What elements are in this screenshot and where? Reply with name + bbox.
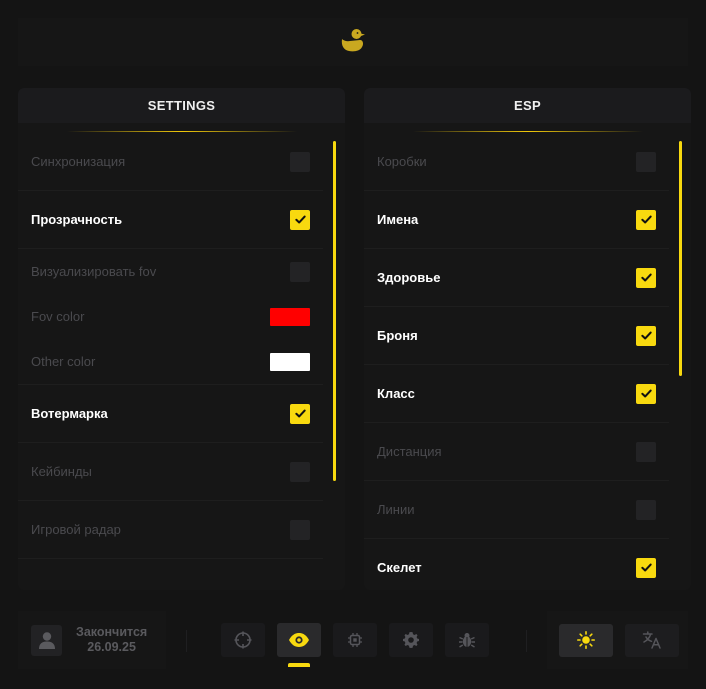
theme-toggle-button[interactable] <box>559 623 613 657</box>
nav-misc[interactable] <box>333 623 377 657</box>
footer-divider <box>526 630 527 652</box>
title-underline <box>412 131 643 132</box>
esp-panel: ESP Коробки Имена Здоровье Броня Класс Д… <box>364 88 691 590</box>
distance-checkbox[interactable] <box>636 441 656 462</box>
setting-sync[interactable]: Синхронизация <box>18 133 323 191</box>
esp-label: Броня <box>377 328 418 343</box>
transparency-checkbox[interactable] <box>290 209 310 230</box>
setting-keybinds[interactable]: Кейбинды <box>18 443 323 501</box>
visualize-fov-checkbox[interactable] <box>290 261 310 282</box>
esp-distance[interactable]: Дистанция <box>364 423 669 481</box>
boxes-checkbox[interactable] <box>636 151 656 172</box>
settings-panel: SETTINGS Синхронизация Прозрачность Визу… <box>18 88 345 590</box>
esp-label: Скелет <box>377 560 422 575</box>
setting-label: Fov color <box>31 309 85 324</box>
setting-label: Вотермарка <box>31 406 108 421</box>
nav-aimbot[interactable] <box>221 623 265 657</box>
settings-panel-title: SETTINGS <box>18 88 345 123</box>
esp-panel-title: ESP <box>364 88 691 123</box>
nav-debug[interactable] <box>445 623 489 657</box>
title-underline <box>66 131 297 132</box>
checkmark-icon <box>640 389 652 398</box>
expiry-label: Закончится <box>76 625 148 639</box>
settings-list: Синхронизация Прозрачность Визуализирова… <box>18 133 323 559</box>
translate-icon <box>642 631 661 649</box>
checkmark-icon <box>640 563 652 572</box>
esp-lines[interactable]: Линии <box>364 481 669 539</box>
chip-icon <box>348 633 362 647</box>
avatar <box>31 624 62 656</box>
user-icon <box>38 632 55 649</box>
bug-icon <box>459 633 475 648</box>
nav-settings[interactable] <box>389 623 433 657</box>
setting-other-color[interactable]: Other color <box>18 339 323 385</box>
keybinds-checkbox[interactable] <box>290 461 310 482</box>
settings-scrollbar[interactable] <box>333 141 336 481</box>
class-checkbox[interactable] <box>636 383 656 404</box>
other-color-swatch[interactable] <box>270 352 310 371</box>
setting-label: Other color <box>31 354 96 369</box>
setting-watermark[interactable]: Вотермарка <box>18 385 323 443</box>
bottom-nav <box>186 611 526 669</box>
nav-visuals[interactable] <box>277 623 321 667</box>
eye-icon <box>289 633 309 647</box>
esp-label: Здоровье <box>377 270 441 285</box>
toolbar <box>547 611 688 669</box>
esp-class[interactable]: Класс <box>364 365 669 423</box>
setting-label: Кейбинды <box>31 464 92 479</box>
sync-checkbox[interactable] <box>290 151 310 172</box>
esp-scrollbar[interactable] <box>679 141 682 376</box>
watermark-checkbox[interactable] <box>290 403 310 424</box>
esp-label: Дистанция <box>377 444 442 459</box>
setting-label: Игровой радар <box>31 522 121 537</box>
crosshair-icon <box>234 631 252 649</box>
esp-skeleton[interactable]: Скелет <box>364 539 669 590</box>
skeleton-checkbox[interactable] <box>636 557 656 578</box>
setting-fov-color[interactable]: Fov color <box>18 294 323 339</box>
health-checkbox[interactable] <box>636 267 656 288</box>
checkmark-icon <box>294 409 306 418</box>
checkmark-icon <box>640 215 652 224</box>
setting-label: Синхронизация <box>31 154 126 169</box>
user-info: Закончится 26.09.25 <box>18 611 166 669</box>
lines-checkbox[interactable] <box>636 499 656 520</box>
esp-label: Класс <box>377 386 415 401</box>
setting-transparency[interactable]: Прозрачность <box>18 191 323 249</box>
checkmark-icon <box>640 331 652 340</box>
gear-icon <box>403 632 419 648</box>
fov-color-swatch[interactable] <box>270 307 310 326</box>
game-radar-checkbox[interactable] <box>290 519 310 540</box>
esp-health[interactable]: Здоровье <box>364 249 669 307</box>
esp-armor[interactable]: Броня <box>364 307 669 365</box>
esp-names[interactable]: Имена <box>364 191 669 249</box>
checkmark-icon <box>640 273 652 282</box>
esp-boxes[interactable]: Коробки <box>364 133 669 191</box>
armor-checkbox[interactable] <box>636 325 656 346</box>
duck-icon <box>340 27 366 58</box>
sun-icon <box>577 631 595 649</box>
esp-label: Линии <box>377 502 415 517</box>
esp-label: Коробки <box>377 154 427 169</box>
names-checkbox[interactable] <box>636 209 656 230</box>
setting-label: Прозрачность <box>31 212 123 227</box>
setting-visualize-fov[interactable]: Визуализировать fov <box>18 249 323 294</box>
setting-game-radar[interactable]: Игровой радар <box>18 501 323 559</box>
esp-label: Имена <box>377 212 419 227</box>
checkmark-icon <box>294 215 306 224</box>
header <box>18 18 688 66</box>
active-tab-indicator <box>288 663 310 667</box>
language-button[interactable] <box>625 623 679 657</box>
setting-label: Визуализировать fov <box>31 264 157 279</box>
expiry-date: 26.09.25 <box>87 640 136 654</box>
esp-list: Коробки Имена Здоровье Броня Класс Диста… <box>364 133 669 590</box>
subscription-expiry: Закончится 26.09.25 <box>76 625 147 655</box>
